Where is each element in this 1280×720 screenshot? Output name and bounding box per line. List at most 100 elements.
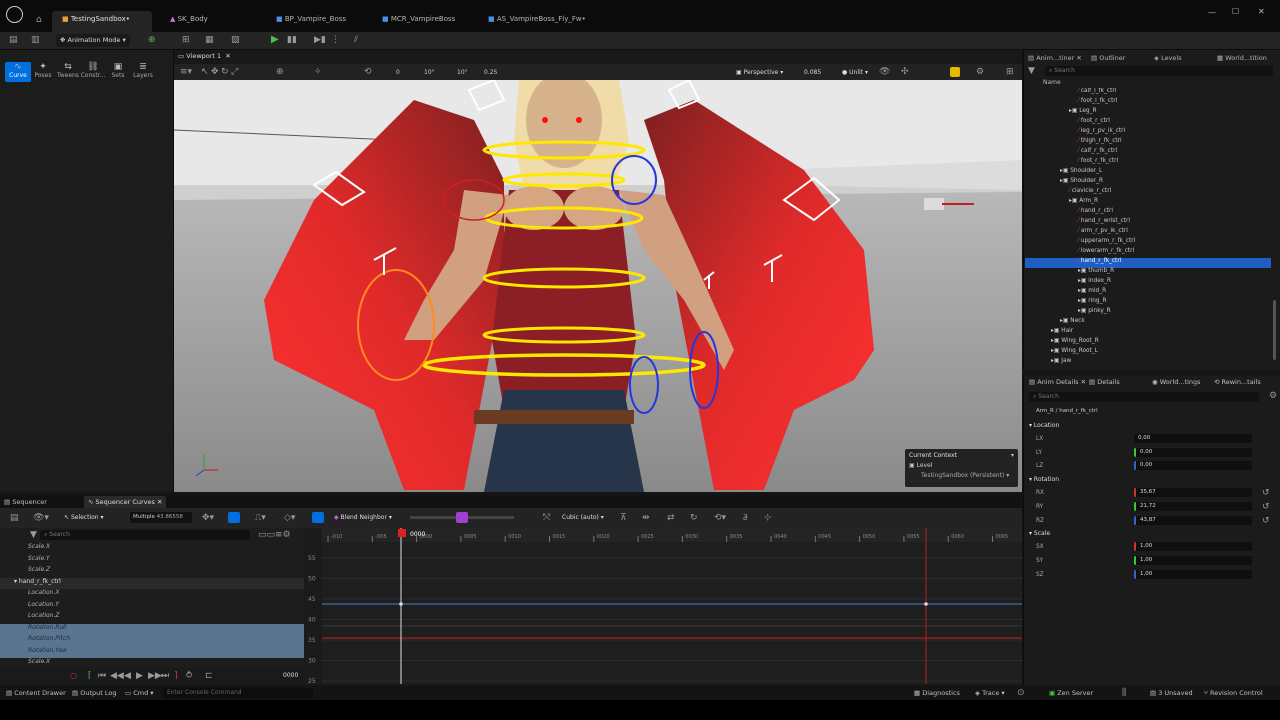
context-menu-icon[interactable]: ▾ bbox=[1011, 452, 1014, 459]
mode-tweens[interactable]: ⇆ Tweens bbox=[55, 62, 81, 82]
step-back-icon[interactable]: ◀◀ bbox=[110, 672, 124, 681]
snap-options-icon[interactable]: ⎍▾ bbox=[255, 514, 266, 523]
outliner-group-row[interactable]: ▸▣ Shoulder_R bbox=[1025, 178, 1271, 188]
curve-track-row[interactable]: Scale.X bbox=[0, 543, 304, 555]
show-flags-icon[interactable]: 👁 bbox=[879, 68, 890, 77]
rotation-section-header[interactable]: ▾ Rotation bbox=[1029, 476, 1059, 483]
prev-key-icon[interactable]: ⏮ bbox=[98, 672, 106, 681]
outliner-control-row[interactable]: ⁄ calf_l_fk_ctrl bbox=[1025, 88, 1271, 98]
curve-tool-icon[interactable]: ∂ bbox=[743, 514, 748, 523]
viewport-3d[interactable] bbox=[174, 80, 1022, 492]
lz-input[interactable]: 0,00 bbox=[1134, 461, 1252, 470]
flatten-icon[interactable]: ⊼ bbox=[620, 514, 627, 523]
outliner-group-row[interactable]: ▸▣ pinky_R bbox=[1025, 308, 1271, 318]
save-sequence-icon[interactable]: ▤ bbox=[10, 514, 19, 523]
curve-track-row[interactable]: Scale.Y bbox=[0, 555, 304, 567]
outliner-control-row[interactable]: ⁄ lowerarm_r_fk_ctrl bbox=[1025, 248, 1271, 258]
tab-anim-outliner[interactable]: ▤ Anim...tiner ✕ bbox=[1028, 54, 1082, 66]
outliner-control-row[interactable]: ⁄ calf_r_fk_ctrl bbox=[1025, 148, 1271, 158]
step-icon[interactable]: ▶▮ bbox=[314, 36, 326, 45]
blueprint-menu-icon[interactable]: ⊞ bbox=[182, 36, 190, 45]
details-search[interactable]: ⌕ Search bbox=[1029, 392, 1259, 402]
tab-world-partition[interactable]: ▦ World...tition bbox=[1217, 54, 1267, 66]
outliner-control-row[interactable]: ⁄ foot_r_ctrl bbox=[1025, 118, 1271, 128]
curve-editor[interactable]: 55 50 45 40 35 30 25 -010 -005 0000 0005 0010 0015 00… bbox=[306, 528, 1022, 684]
key-filter-icon[interactable]: ◇▾ bbox=[284, 514, 295, 523]
viewport-tab[interactable]: ▭ Viewport 1 ✕ bbox=[178, 52, 231, 60]
mode-sets[interactable]: ▣ Sets bbox=[105, 62, 131, 82]
trace-button[interactable]: ◈ Trace ▾ bbox=[975, 689, 1005, 697]
view-mode-dropdown[interactable]: ● Unlit ▾ bbox=[842, 69, 868, 76]
build-icon[interactable]: ▧ bbox=[231, 36, 240, 45]
content-drawer-button[interactable]: ▤ Content Drawer bbox=[6, 689, 66, 697]
curve-track-row[interactable]: Rotation.Roll bbox=[0, 623, 304, 635]
outliner-group-row[interactable]: ▸▣ ring_R bbox=[1025, 298, 1271, 308]
select-tool-icon[interactable]: ↖ bbox=[201, 68, 209, 77]
outliner-group-row[interactable]: ▸▣ Neck bbox=[1025, 318, 1271, 328]
curve-track-row[interactable]: Location.X bbox=[0, 589, 304, 601]
curve-track-row[interactable]: Scale.Z bbox=[0, 566, 304, 578]
viewport-menu-icon[interactable]: ≡▾ bbox=[180, 68, 192, 77]
tab-as-vampire-boss-fly[interactable]: ■ AS_VampireBoss_Fly_Fw• bbox=[478, 11, 596, 32]
key-reduce-icon[interactable]: ⊹ bbox=[764, 514, 772, 523]
multiple-field[interactable]: Multiple 43.86558 bbox=[130, 512, 192, 523]
weighted-tangent-icon[interactable]: ⟲▾ bbox=[714, 514, 726, 523]
filter-icon[interactable]: ▼ bbox=[30, 531, 37, 540]
outliner-group-row[interactable]: ▸▣ Leg_R bbox=[1025, 108, 1271, 118]
settings-icon[interactable]: ⚙ bbox=[1269, 392, 1277, 401]
viewport-layout-icon[interactable]: ⊞ bbox=[1006, 68, 1014, 77]
rotation-snap-value[interactable]: 10° bbox=[424, 69, 435, 76]
outliner-control-row[interactable]: ⁄ upperarm_r_fk_ctrl bbox=[1025, 238, 1271, 248]
transform-tool-icon[interactable]: ✥▾ bbox=[202, 514, 214, 523]
outliner-control-row[interactable]: ⁄ hand_r_wrist_ctrl bbox=[1025, 218, 1271, 228]
next-key-icon[interactable]: ⏭ bbox=[161, 672, 169, 681]
reset-ry-icon[interactable]: ↺ bbox=[1262, 503, 1270, 512]
tab-testing-sandbox[interactable]: ■ TestingSandbox• bbox=[52, 11, 152, 32]
filter-icon[interactable]: ▼ bbox=[1028, 67, 1035, 76]
rx-input[interactable]: 35,67 bbox=[1134, 488, 1252, 497]
outliner-group-row[interactable]: ▸▣ Shoulder_L bbox=[1025, 168, 1271, 178]
grid-snap-value[interactable]: 0 bbox=[396, 69, 400, 76]
outliner-control-row[interactable]: ⁄ clavicle_r_ctrl bbox=[1025, 188, 1271, 198]
tab-levels[interactable]: ◈ Levels bbox=[1154, 54, 1182, 66]
tab-mcr-vampire-boss[interactable]: ■ MCR_VampireBoss bbox=[372, 11, 465, 32]
tab-sequencer-curves[interactable]: ∿ Sequencer Curves ✕ bbox=[84, 496, 167, 508]
blend-neighbor-dropdown[interactable]: ◆ Blend Neighbor ▾ bbox=[334, 514, 392, 521]
snap-surface-icon[interactable]: ✧ bbox=[314, 68, 322, 77]
tab-sk-body[interactable]: ▲ SK_Body bbox=[160, 11, 218, 32]
tab-rewind-details[interactable]: ⟲ Rewin...tails bbox=[1214, 378, 1261, 386]
reset-rz-icon[interactable]: ↺ bbox=[1262, 517, 1270, 526]
world-local-icon[interactable]: ⊕ bbox=[276, 68, 284, 77]
play-options-icon[interactable]: ▮▮ bbox=[287, 36, 297, 45]
animation-mode-dropdown[interactable]: ✥ Animation Mode ▾ bbox=[56, 34, 130, 47]
tab-bp-vampire-boss[interactable]: ■ BP_Vampire_Boss bbox=[266, 11, 356, 32]
selection-dropdown[interactable]: ↖ Selection ▾ bbox=[64, 514, 104, 521]
outliner-control-row[interactable]: ⁄ arm_r_pv_ik_ctrl bbox=[1025, 228, 1271, 238]
cinematics-icon[interactable]: ▦ bbox=[205, 36, 214, 45]
cmd-dropdown[interactable]: ▭ Cmd ▾ bbox=[125, 689, 154, 697]
tab-world-settings[interactable]: ◉ World...tings bbox=[1152, 378, 1201, 386]
outliner-group-row[interactable]: ▸▣ index_R bbox=[1025, 278, 1271, 288]
rotation-snap-value-2[interactable]: 10° bbox=[457, 69, 468, 76]
console-input[interactable]: Enter Console Command bbox=[163, 688, 313, 698]
reset-rx-icon[interactable]: ↺ bbox=[1262, 489, 1270, 498]
unreal-logo-icon[interactable] bbox=[6, 6, 23, 23]
curve-track-row[interactable]: Location.Z bbox=[0, 612, 304, 624]
mode-poses[interactable]: ✦ Poses bbox=[30, 62, 56, 82]
scale-section-header[interactable]: ▾ Scale bbox=[1029, 530, 1050, 537]
perspective-dropdown[interactable]: ▣ Perspective ▾ bbox=[736, 69, 783, 76]
play-button[interactable]: ▶ bbox=[271, 34, 279, 45]
outliner-control-row[interactable]: ⁄ leg_r_pv_ik_ctrl bbox=[1025, 128, 1271, 138]
level-dropdown[interactable]: TestingSandbox (Persistent) ▾ bbox=[909, 472, 1014, 479]
to-end-icon[interactable]: ⌉ bbox=[174, 672, 178, 681]
camera-lock-icon[interactable]: ⊏ bbox=[205, 672, 213, 681]
record-trace-icon[interactable]: ⊙ bbox=[1017, 689, 1025, 698]
outliner-group-row[interactable]: ▸▣ mid_R bbox=[1025, 288, 1271, 298]
more-options-icon[interactable]: ⋮ bbox=[331, 36, 340, 45]
unsaved-button[interactable]: ▤ 3 Unsaved bbox=[1150, 689, 1193, 697]
loop-playback-icon[interactable]: ⥁ bbox=[186, 672, 192, 681]
tween-slider-handle[interactable] bbox=[456, 512, 468, 523]
translate-tool-icon[interactable]: ✥ bbox=[211, 68, 219, 77]
key-mode-toggle[interactable] bbox=[312, 512, 324, 523]
snapping-toggle[interactable] bbox=[950, 67, 960, 77]
